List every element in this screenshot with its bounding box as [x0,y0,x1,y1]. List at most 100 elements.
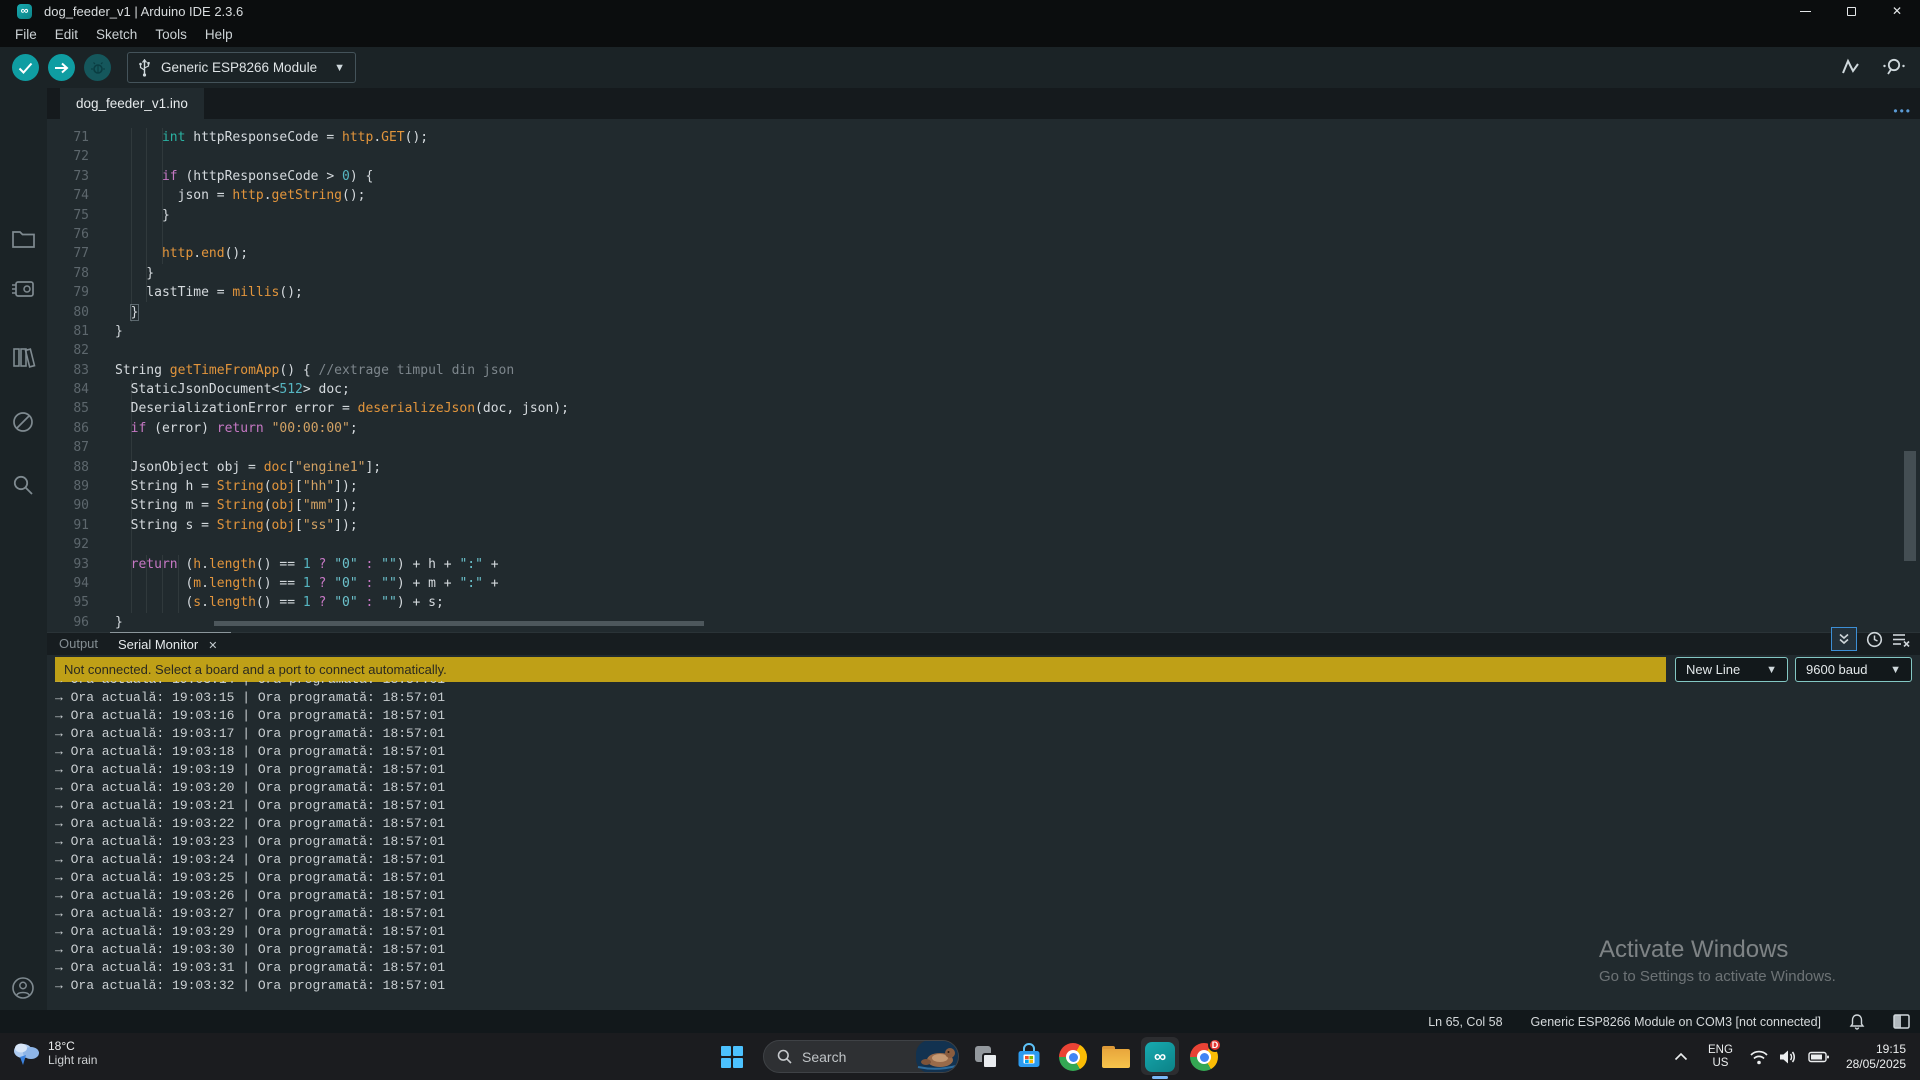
menu-edit[interactable]: Edit [46,27,87,42]
boards-manager-icon[interactable] [11,278,36,300]
line-number-gutter: 7172737475767778798081828384858687888990… [47,128,105,632]
ide-status-bar: Ln 65, Col 58 Generic ESP8266 Module on … [0,1010,1920,1033]
code-line [115,438,1900,457]
code-line: } [115,206,1900,225]
serial-line: → Ora actuală: 19:03:27 | Ora programată… [55,905,1920,923]
code-line: json = http.getString(); [115,186,1900,205]
line-number: 92 [47,535,105,554]
serial-monitor-icon[interactable] [1882,56,1906,78]
file-explorer-icon [1102,1046,1130,1068]
close-button[interactable]: ✕ [1874,0,1920,22]
serial-plotter-icon[interactable] [1840,56,1862,78]
arduino-logo-icon: ∞ [17,4,32,19]
chrome-profile-button[interactable]: D [1187,1040,1221,1074]
baud-rate-select[interactable]: 9600 baud ▼ [1795,657,1912,682]
serial-line: → Ora actuală: 19:03:22 | Ora programată… [55,815,1920,833]
maximize-button[interactable] [1828,0,1874,22]
menu-tools[interactable]: Tools [146,27,196,42]
tab-dog-feeder-v1[interactable]: dog_feeder_v1.ino [60,88,204,119]
menu-file[interactable]: File [6,27,46,42]
clear-output-icon[interactable] [1892,632,1910,647]
debug-button[interactable] [84,54,111,81]
code-line: String m = String(obj["mm"]); [115,496,1900,515]
tab-serial-monitor[interactable]: Serial Monitor✕ [110,632,231,652]
search-input[interactable]: Search [802,1049,846,1065]
account-icon[interactable] [11,976,35,1000]
line-number: 75 [47,206,105,225]
minimize-icon [1800,11,1811,12]
wifi-icon[interactable] [1749,1049,1769,1065]
code-line: int httpResponseCode = http.GET(); [115,128,1900,147]
editor-overflow-menu[interactable]: ••• [1893,104,1912,118]
running-app-indicator [1152,1076,1168,1079]
title-bar: ∞ dog_feeder_v1 | Arduino IDE 2.3.6 ✕ [0,0,1920,22]
serial-line: → Ora actuală: 19:03:18 | Ora programată… [55,743,1920,761]
chevron-down-icon: ▼ [1766,664,1777,676]
minimize-button[interactable] [1782,0,1828,22]
line-number: 95 [47,593,105,612]
notifications-bell-icon[interactable] [1849,1013,1865,1030]
language-indicator[interactable]: ENG US [1708,1044,1733,1070]
timestamp-clock-icon[interactable] [1866,631,1883,648]
indent-guide [162,128,163,264]
code-line: return (h.length() == 1 ? "0" : "") + h … [115,555,1900,574]
search-magnifier-icon [777,1049,792,1064]
line-number: 72 [47,147,105,166]
arduino-ide-button[interactable]: ∞ [1143,1040,1177,1074]
menu-help[interactable]: Help [196,27,242,42]
weather-widget[interactable]: 18°C Light rain [10,1038,97,1068]
code-editor[interactable]: 7172737475767778798081828384858687888990… [47,119,1920,632]
line-number: 85 [47,399,105,418]
verify-button[interactable] [12,54,39,81]
line-number: 93 [47,555,105,574]
tray-expand-icon[interactable] [1674,1052,1688,1061]
clock-date: 28/05/2025 [1846,1057,1906,1072]
code-line [115,147,1900,166]
maximize-icon [1847,7,1856,16]
sketchbook-folder-icon[interactable] [11,228,36,249]
debug-icon [90,61,105,75]
code-line: (m.length() == 1 ? "0" : "") + m + ":" + [115,574,1900,593]
checkmark-icon [18,62,33,74]
editor-horizontal-scrollbar[interactable] [214,621,704,626]
language-line2: US [1708,1057,1733,1070]
close-tab-icon[interactable]: ✕ [208,640,217,652]
library-manager-icon[interactable] [11,346,36,369]
editor-vertical-scrollbar[interactable] [1904,451,1916,561]
clock[interactable]: 19:15 28/05/2025 [1846,1042,1906,1072]
code-line [115,535,1900,554]
board-connection-status[interactable]: Generic ESP8266 Module on COM3 [not conn… [1531,1015,1821,1029]
line-number: 94 [47,574,105,593]
board-selector[interactable]: Generic ESP8266 Module ▼ [127,52,356,83]
profile-badge: D [1208,1038,1222,1052]
search-box[interactable]: Search [763,1040,959,1073]
battery-icon[interactable] [1808,1050,1830,1064]
autoscroll-toggle[interactable] [1831,627,1857,651]
upload-button[interactable] [48,54,75,81]
code-line: lastTime = millis(); [115,283,1900,302]
task-view-button[interactable] [969,1040,1003,1074]
code-line [115,225,1900,244]
line-number: 80 [47,303,105,322]
microsoft-store-button[interactable] [1012,1040,1046,1074]
code-line: (s.length() == 1 ? "0" : "") + s; [115,593,1900,612]
file-explorer-button[interactable] [1099,1040,1133,1074]
tab-output[interactable]: Output [59,636,98,651]
volume-icon[interactable] [1779,1049,1798,1065]
cursor-position[interactable]: Ln 65, Col 58 [1428,1015,1502,1029]
start-button[interactable] [715,1040,749,1074]
debug-sidebar-icon[interactable] [11,410,35,434]
chrome-button[interactable] [1056,1040,1090,1074]
serial-line: → Ora actuală: 19:03:15 | Ora programată… [55,689,1920,707]
code-lines: int httpResponseCode = http.GET(); if (h… [115,128,1900,632]
panel-toggle-icon[interactable] [1893,1014,1910,1029]
line-number: 84 [47,380,105,399]
code-line: String s = String(obj["ss"]); [115,516,1900,535]
serial-line: → Ora actuală: 19:03:21 | Ora programată… [55,797,1920,815]
search-icon[interactable] [11,473,35,497]
line-number: 78 [47,264,105,283]
line-ending-select[interactable]: New Line ▼ [1675,657,1788,682]
indent-guide [178,555,179,613]
menu-sketch[interactable]: Sketch [87,27,146,42]
line-number: 73 [47,167,105,186]
